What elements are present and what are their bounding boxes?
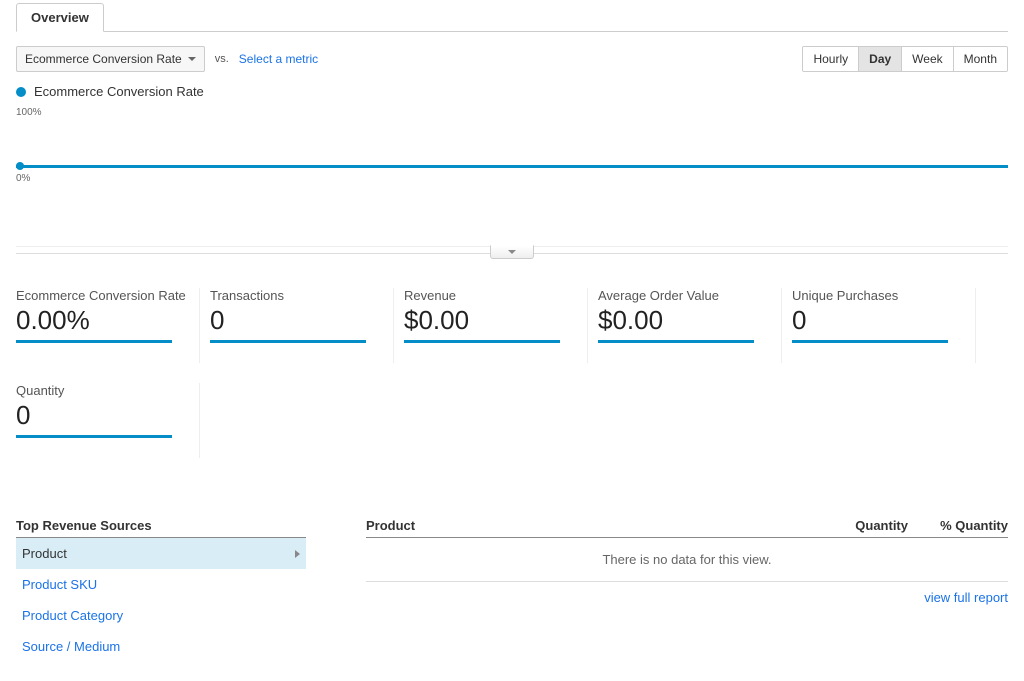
card-label: Revenue xyxy=(404,288,577,303)
col-header-product[interactable]: Product xyxy=(366,518,828,533)
card-value: 0 xyxy=(210,303,383,340)
card-value: $0.00 xyxy=(404,303,577,340)
table-header-row: Product Quantity % Quantity xyxy=(366,518,1008,538)
source-item-product[interactable]: Product xyxy=(16,538,306,569)
bottom-row: Top Revenue Sources Product Product SKU … xyxy=(16,458,1008,662)
source-item-source-medium[interactable]: Source / Medium xyxy=(16,631,306,662)
legend-dot-icon xyxy=(16,87,26,97)
card-label: Average Order Value xyxy=(598,288,771,303)
card-value: 0 xyxy=(792,303,965,340)
chart-line xyxy=(16,165,1008,168)
sources-header: Top Revenue Sources xyxy=(16,518,306,538)
card-aov: Average Order Value $0.00 xyxy=(598,288,782,363)
source-item-label: Product xyxy=(22,546,67,561)
view-full-report-link[interactable]: view full report xyxy=(924,590,1008,605)
card-ecom-conv-rate: Ecommerce Conversion Rate 0.00% xyxy=(16,288,200,363)
select-secondary-metric-link[interactable]: Select a metric xyxy=(239,52,318,66)
legend-series-name: Ecommerce Conversion Rate xyxy=(34,84,204,99)
time-granularity-toggle: Hourly Day Week Month xyxy=(802,46,1008,72)
card-value: 0 xyxy=(16,398,189,435)
sparkline xyxy=(792,340,948,343)
source-item-product-sku[interactable]: Product SKU xyxy=(16,569,306,600)
chevron-right-icon xyxy=(295,550,300,558)
card-revenue: Revenue $0.00 xyxy=(404,288,588,363)
chevron-down-icon xyxy=(508,250,516,254)
expand-handle-button[interactable] xyxy=(490,245,534,259)
controls-row: Ecommerce Conversion Rate vs. Select a m… xyxy=(16,32,1008,80)
card-value: 0.00% xyxy=(16,303,189,340)
time-hourly-button[interactable]: Hourly xyxy=(803,47,859,71)
caret-down-icon xyxy=(188,57,196,61)
time-day-button[interactable]: Day xyxy=(859,47,902,71)
metric-cards: Ecommerce Conversion Rate 0.00% Transact… xyxy=(16,254,1008,458)
sparkline xyxy=(598,340,754,343)
sparkline xyxy=(404,340,560,343)
col-header-quantity[interactable]: Quantity xyxy=(828,518,908,533)
card-label: Ecommerce Conversion Rate xyxy=(16,288,189,303)
card-unique-purchases: Unique Purchases 0 xyxy=(792,288,976,363)
product-table: Product Quantity % Quantity There is no … xyxy=(366,518,1008,662)
card-quantity: Quantity 0 xyxy=(16,383,200,458)
time-month-button[interactable]: Month xyxy=(954,47,1007,71)
card-label: Quantity xyxy=(16,383,189,398)
top-revenue-sources-panel: Top Revenue Sources Product Product SKU … xyxy=(16,518,306,662)
sparkline xyxy=(210,340,366,343)
chart-expand-row xyxy=(16,246,1008,254)
card-label: Transactions xyxy=(210,288,383,303)
primary-metric-label: Ecommerce Conversion Rate xyxy=(25,52,182,66)
line-chart: 100% 0% xyxy=(16,107,1008,247)
source-item-product-category[interactable]: Product Category xyxy=(16,600,306,631)
y-axis-min: 0% xyxy=(16,173,30,184)
col-header-pct-quantity[interactable]: % Quantity xyxy=(908,518,1008,533)
tab-bar: Overview xyxy=(16,0,1008,32)
time-week-button[interactable]: Week xyxy=(902,47,953,71)
sparkline xyxy=(16,435,172,438)
table-empty-message: There is no data for this view. xyxy=(366,538,1008,582)
y-axis-max: 100% xyxy=(16,107,42,118)
tab-overview[interactable]: Overview xyxy=(16,3,104,32)
sparkline xyxy=(16,340,172,343)
vs-label: vs. xyxy=(215,53,229,65)
primary-metric-dropdown[interactable]: Ecommerce Conversion Rate xyxy=(16,46,205,72)
card-transactions: Transactions 0 xyxy=(210,288,394,363)
chart-legend: Ecommerce Conversion Rate xyxy=(16,80,1008,105)
card-label: Unique Purchases xyxy=(792,288,965,303)
card-value: $0.00 xyxy=(598,303,771,340)
